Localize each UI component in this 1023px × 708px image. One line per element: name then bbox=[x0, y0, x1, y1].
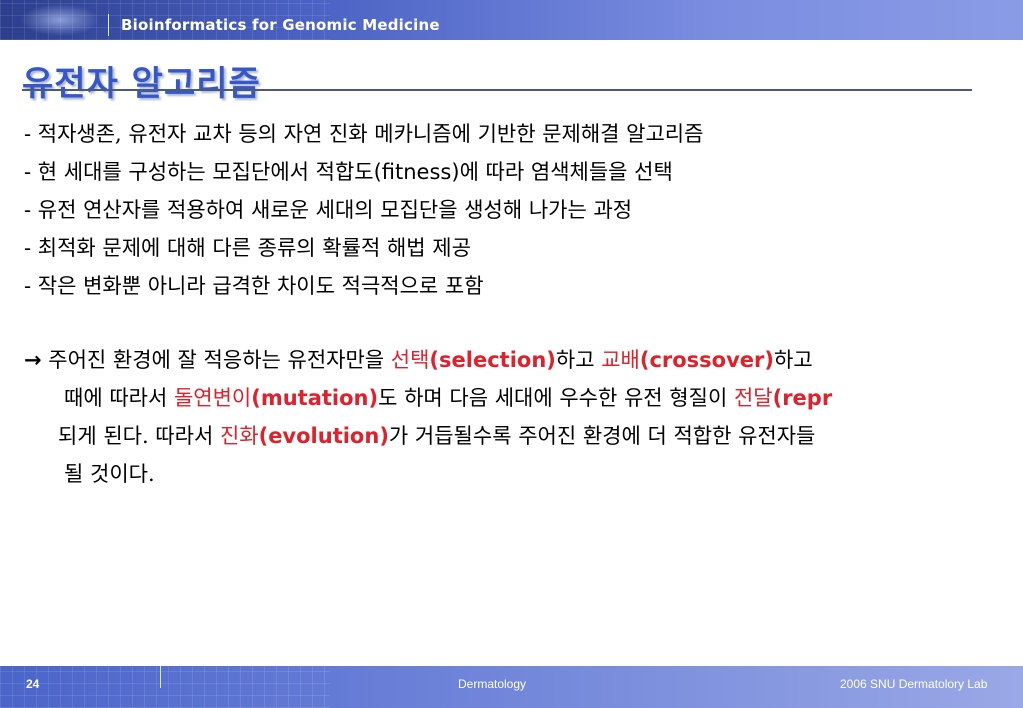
footer-right-label: 2006 SNU Dermatolory Lab bbox=[840, 677, 988, 691]
keyword-reproduction: 전달 bbox=[733, 386, 773, 410]
keyword-evolution: 진화 bbox=[219, 424, 259, 448]
bullet-item: - 유전 연산자를 적용하여 새로운 세대의 모집단을 생성해 나가는 과정 bbox=[24, 198, 633, 222]
term-evolution: (evolution) bbox=[258, 424, 389, 448]
arrow-right-icon: → bbox=[24, 348, 42, 372]
footer-divider bbox=[160, 666, 161, 688]
title-underline bbox=[22, 89, 972, 91]
keyword-selection: 선택 bbox=[390, 348, 430, 372]
term-selection: (selection) bbox=[429, 348, 556, 372]
term-mutation: (mutation) bbox=[251, 386, 379, 410]
page-title: 유전자 알고리즘 bbox=[22, 64, 261, 104]
footer-grid-pattern bbox=[0, 666, 330, 708]
paragraph-text: 될 것이다. bbox=[64, 462, 155, 486]
bullet-item: - 적자생존, 유전자 교차 등의 자연 진화 메카니즘에 기반한 문제해결 알… bbox=[24, 122, 704, 146]
bullet-item: - 현 세대를 구성하는 모집단에서 적합도(fitness)에 따라 염색체들… bbox=[24, 158, 673, 186]
keyword-mutation: 돌연변이 bbox=[173, 386, 252, 410]
page-number: 24 bbox=[26, 677, 40, 691]
bullet-item: - 최적화 문제에 대해 다른 종류의 확률적 해법 제공 bbox=[24, 236, 471, 260]
bullet-item: - 작은 변화뿐 아니라 급격한 차이도 적극적으로 포함 bbox=[24, 274, 484, 298]
paragraph-text: 하고 bbox=[555, 348, 602, 372]
paragraph-text: 가 거듭될수록 주어진 환경에 더 적합한 유전자들 bbox=[388, 424, 816, 448]
header-divider bbox=[108, 14, 109, 36]
keyword-crossover: 교배 bbox=[601, 348, 640, 372]
term-reproduction: (repr bbox=[772, 386, 833, 410]
bullet-text: - 현 세대를 구성하는 모집단에서 적합도 bbox=[24, 160, 374, 184]
paragraph-text: 도 하며 다음 세대에 우수한 유전 형질이 bbox=[378, 386, 734, 410]
term-crossover: (crossover) bbox=[639, 348, 774, 372]
header-bar: Bioinformatics for Genomic Medicine bbox=[0, 0, 1023, 40]
footer-center-label: Dermatology bbox=[458, 677, 527, 691]
paragraph-text: 하고 bbox=[774, 348, 813, 372]
bullet-text: 에 따라 염색체들을 선택 bbox=[459, 160, 673, 184]
paragraph-text: 주어진 환경에 잘 적응하는 유전자만을 bbox=[41, 348, 391, 372]
paragraph-text: 되게 된다. 따라서 bbox=[58, 424, 220, 448]
paragraph-line: → 주어진 환경에 잘 적응하는 유전자만을 선택(selection)하고 교… bbox=[24, 346, 813, 374]
paragraph-line: 때에 따라서 돌연변이(mutation)도 하며 다음 세대에 우수한 유전 … bbox=[64, 384, 832, 412]
term-fitness: (fitness) bbox=[373, 160, 460, 184]
paragraph-line: 될 것이다. bbox=[64, 460, 155, 488]
paragraph-line: 되게 된다. 따라서 진화(evolution)가 거듭될수록 주어진 환경에 … bbox=[58, 422, 815, 450]
dna-helix-icon bbox=[20, 4, 100, 36]
footer-bar: 24 Dermatology 2006 SNU Dermatolory Lab bbox=[0, 666, 1023, 708]
header-title: Bioinformatics for Genomic Medicine bbox=[121, 16, 440, 34]
paragraph-text: 때에 따라서 bbox=[64, 386, 174, 410]
